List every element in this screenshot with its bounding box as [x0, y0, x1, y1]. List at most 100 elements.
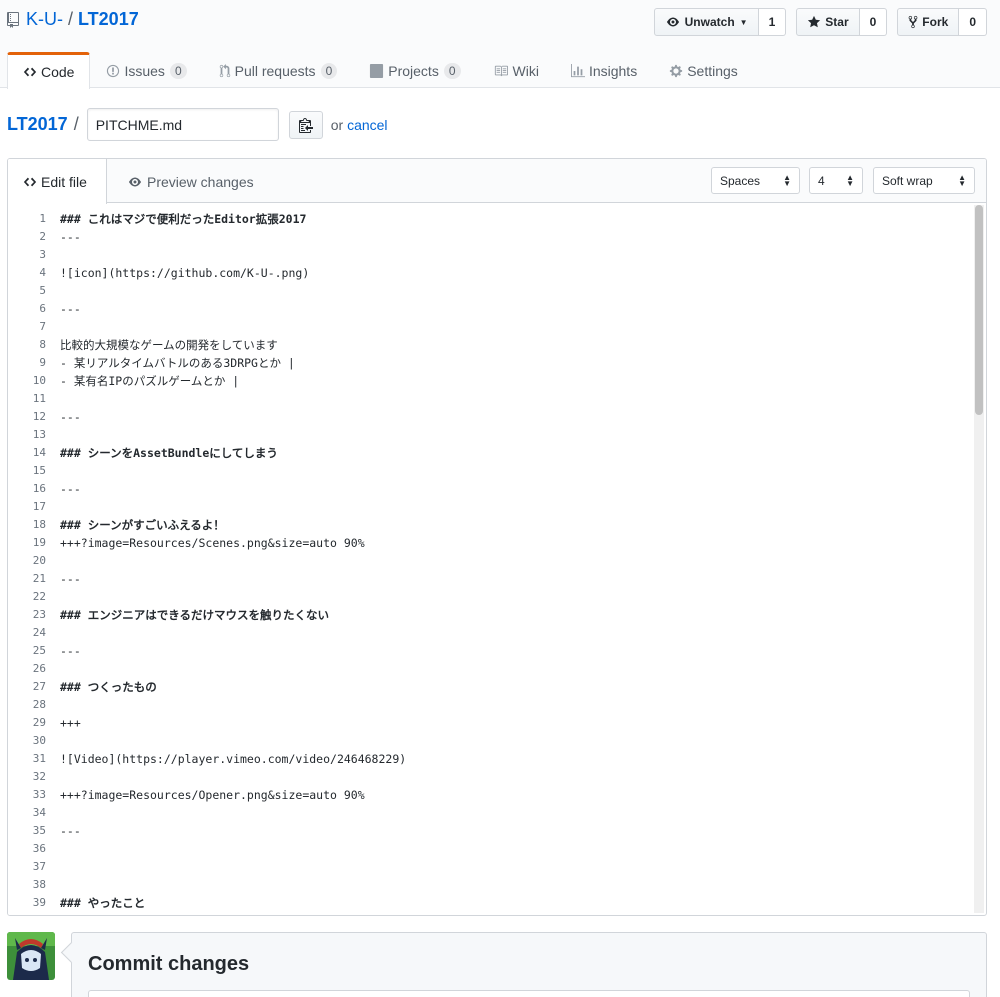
line-content: [54, 840, 60, 858]
code-line[interactable]: 33 +++?image=Resources/Opener.png&size=au…: [8, 786, 974, 804]
code-line[interactable]: 28: [8, 696, 974, 714]
indent-size-select[interactable]: 4 ▲ ▼: [809, 167, 863, 194]
repo-name-link[interactable]: LT2017: [78, 9, 139, 30]
line-content: - 某有名IPのパズルゲームとか |: [60, 374, 240, 388]
star-button[interactable]: Star: [796, 8, 860, 36]
code-line[interactable]: 30: [8, 732, 974, 750]
code-line[interactable]: 40: [8, 912, 974, 915]
line-content: [54, 732, 60, 750]
code-line[interactable]: 5: [8, 282, 974, 300]
repo-owner-link[interactable]: K-U-: [26, 9, 63, 30]
code-line[interactable]: 16 ---: [8, 480, 974, 498]
code-line[interactable]: 4 ![icon](https://github.com/K-U-.png): [8, 264, 974, 282]
code-line[interactable]: 20: [8, 552, 974, 570]
code-line[interactable]: 36: [8, 840, 974, 858]
code-line[interactable]: 24: [8, 624, 974, 642]
code-line[interactable]: 11: [8, 390, 974, 408]
line-content: ---: [60, 230, 81, 244]
fork-count[interactable]: 0: [959, 8, 987, 36]
breadcrumb-root-link[interactable]: LT2017: [7, 114, 68, 135]
line-number: 19: [32, 536, 46, 549]
unwatch-button[interactable]: Unwatch ▼: [653, 8, 759, 36]
fork-button[interactable]: Fork: [897, 8, 960, 36]
code-line[interactable]: 25 ---: [8, 642, 974, 660]
code-line[interactable]: 17: [8, 498, 974, 516]
code-line[interactable]: 7: [8, 318, 974, 336]
filename-input[interactable]: [86, 108, 279, 141]
scrollbar-thumb[interactable]: [975, 205, 983, 415]
code-line[interactable]: 18 ### シーンがすごいふえるよ！: [8, 516, 974, 534]
code-line[interactable]: 29 +++: [8, 714, 974, 732]
code-line[interactable]: 19 +++?image=Resources/Scenes.png&size=au…: [8, 534, 974, 552]
code-line[interactable]: 37: [8, 858, 974, 876]
code-line[interactable]: 32: [8, 768, 974, 786]
caret-down-icon: ▼: [739, 17, 748, 27]
code-line[interactable]: 14 ### シーンをAssetBundleにしてしまう: [8, 444, 974, 462]
line-content: 比較的大規模なゲームの開発をしています: [60, 338, 278, 352]
tab-edit-file[interactable]: Edit file: [8, 159, 107, 204]
code-line[interactable]: 13: [8, 426, 974, 444]
tab-code[interactable]: Code: [7, 52, 91, 89]
code-line[interactable]: 23 ### エンジニアはできるだけマウスを触りたくない: [8, 606, 974, 624]
code-editor[interactable]: 1 ### これはマジで便利だったEditor拡張2017 2 --- 3 4 ![icon…: [8, 204, 974, 915]
tab-pull-requests[interactable]: Pull requests 0: [203, 52, 354, 88]
wrap-mode-select[interactable]: Soft wrap ▲ ▼: [873, 167, 975, 194]
code-line[interactable]: 1 ### これはマジで便利だったEditor拡張2017: [8, 210, 974, 228]
code-line[interactable]: 21 ---: [8, 570, 974, 588]
eye-icon: [129, 177, 141, 186]
copy-path-button[interactable]: [288, 110, 323, 139]
tab-issues[interactable]: Issues 0: [90, 52, 202, 88]
issue-icon: [107, 64, 120, 77]
line-number: 23: [32, 608, 46, 621]
project-icon: [370, 63, 384, 78]
code-line[interactable]: 2 ---: [8, 228, 974, 246]
code-line[interactable]: 26: [8, 660, 974, 678]
line-content: [54, 912, 60, 915]
tab-wiki[interactable]: Wiki: [477, 52, 555, 88]
cancel-link[interactable]: cancel: [347, 117, 387, 133]
line-content: ### やったこと: [60, 896, 146, 910]
code-line[interactable]: 8 比較的大規模なゲームの開発をしています: [8, 336, 974, 354]
code-line[interactable]: 3: [8, 246, 974, 264]
line-content: [54, 462, 60, 480]
tab-projects-label: Projects: [388, 62, 439, 79]
code-line[interactable]: 39 ### やったこと: [8, 894, 974, 912]
tab-insights[interactable]: Insights: [555, 52, 653, 88]
code-line[interactable]: 6 ---: [8, 300, 974, 318]
avatar[interactable]: [7, 932, 55, 980]
line-content: [54, 426, 60, 444]
line-content: [54, 696, 60, 714]
star-count[interactable]: 0: [859, 8, 888, 36]
code-line[interactable]: 9 - 某リアルタイムバトルのある3DRPGとか |: [8, 354, 974, 372]
code-line[interactable]: 34: [8, 804, 974, 822]
tab-projects[interactable]: Projects 0: [353, 52, 476, 88]
line-content: ![Video](https://player.vimeo.com/video/…: [60, 752, 407, 766]
clippy-icon: [298, 117, 313, 133]
watch-count[interactable]: 1: [758, 8, 787, 36]
tab-preview-changes[interactable]: Preview changes: [112, 159, 269, 204]
code-line[interactable]: 10 - 某有名IPのパズルゲームとか |: [8, 372, 974, 390]
tab-settings[interactable]: Settings: [653, 52, 754, 88]
line-content: ### シーンがすごいふえるよ！: [60, 518, 225, 532]
line-content: [54, 498, 60, 516]
fork-icon: [908, 15, 918, 29]
line-content: ---: [60, 302, 81, 316]
code-line[interactable]: 15: [8, 462, 974, 480]
tab-insights-label: Insights: [588, 62, 638, 79]
indent-mode-select[interactable]: Spaces ▲ ▼: [711, 167, 800, 194]
graph-icon: [570, 63, 585, 77]
code-line[interactable]: 35 ---: [8, 822, 974, 840]
code-line[interactable]: 31 ![Video](https://player.vimeo.com/vide…: [8, 750, 974, 768]
editor-scrollbar[interactable]: [974, 205, 984, 913]
code-line[interactable]: 12 ---: [8, 408, 974, 426]
code-line[interactable]: 27 ### つくったもの: [8, 678, 974, 696]
code-line[interactable]: 38: [8, 876, 974, 894]
select-arrows-icon: ▲ ▼: [958, 172, 966, 188]
line-number: 37: [32, 860, 46, 873]
line-content: [54, 876, 60, 894]
line-content: ---: [60, 824, 81, 838]
commit-summary-input[interactable]: [88, 990, 970, 997]
repo-header: K-U- / LT2017 Unwatch ▼ 1 Star 0 Fork 0: [0, 0, 1000, 89]
code-line[interactable]: 22: [8, 588, 974, 606]
breadcrumb-separator: /: [73, 114, 79, 134]
